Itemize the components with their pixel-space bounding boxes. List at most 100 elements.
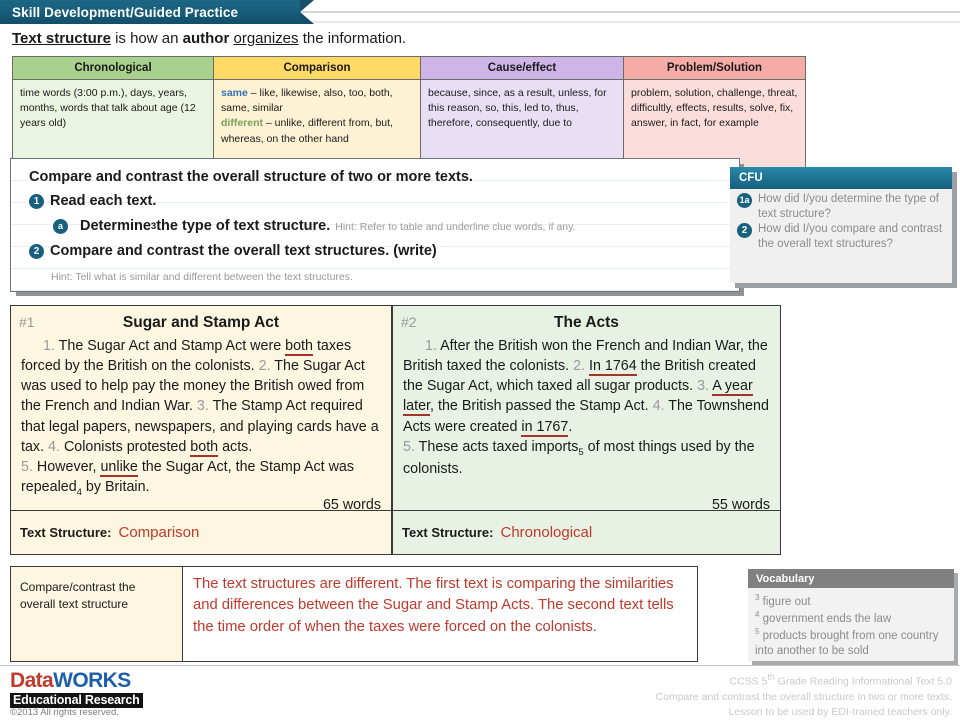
vocabulary-list: 3 figure out 4 government ends the law 5… bbox=[748, 588, 954, 659]
p2-s2-num: 2. bbox=[573, 358, 586, 375]
passage-1-text-structure-row: Text Structure: Comparison bbox=[11, 510, 391, 554]
s4-tail: acts. bbox=[218, 438, 253, 455]
header-chronological: Chronological bbox=[12, 56, 214, 80]
page-title: Skill Development/Guided Practice bbox=[12, 4, 239, 20]
credit-ccss: CCSS 5 bbox=[729, 675, 768, 688]
vocabulary-box: Vocabulary 3 figure out 4 government end… bbox=[748, 569, 954, 661]
header-cause-effect: Cause/effect bbox=[420, 56, 624, 80]
intro-term-author: author bbox=[182, 30, 230, 47]
dataworks-logo: DataWORKS Educational Research bbox=[10, 670, 143, 709]
cfu-question-1: 1a How did I/you determine the type of t… bbox=[730, 189, 952, 222]
cell-cause-effect-clues: because, since, as a result, unless, for… bbox=[420, 79, 624, 171]
s4-num: 4. bbox=[48, 438, 60, 455]
vocab-text-5: products brought from one country into a… bbox=[755, 629, 939, 657]
cfu-question-2-text: How did I/you compare and contrast the o… bbox=[758, 222, 943, 250]
s1-text: The Sugar Act and Stamp Act were bbox=[54, 338, 286, 354]
footer-credit: CCSS 5th Grade Reading Informational Tex… bbox=[656, 671, 952, 720]
slide-title-bar: Skill Development/Guided Practice bbox=[0, 0, 300, 24]
credit-line-3: Lesson to be used by EDI-trained teacher… bbox=[728, 705, 952, 718]
passage-2-ts-label: Text Structure: bbox=[402, 525, 494, 540]
cfu-question-2: 2 How did I/you compare and contrast the… bbox=[730, 222, 952, 252]
footer-divider bbox=[0, 665, 960, 666]
p2-s3-num: 3. bbox=[697, 378, 709, 395]
cell-comparison-clues: same – like, likewise, also, too, both, … bbox=[213, 79, 421, 171]
s5-clue-word: unlike bbox=[100, 458, 138, 477]
intro-text-a: is how an bbox=[110, 30, 183, 47]
compare-contrast-prompt: Compare/contrast the overall text struct… bbox=[11, 567, 183, 661]
compare-contrast-box: Compare/contrast the overall text struct… bbox=[10, 566, 698, 662]
s3-num: 3. bbox=[196, 398, 209, 415]
intro-term-text-structure: Text structure bbox=[12, 30, 111, 47]
instruction-step-2: 2 Compare and contrast the overall text … bbox=[29, 244, 437, 259]
vocab-text-4: government ends the law bbox=[762, 612, 892, 625]
cfu-question-1-text: How did I/you determine the type of text… bbox=[758, 193, 939, 220]
logo-works-text: WORKS bbox=[53, 669, 131, 692]
text-structure-clue-table: Chronological Comparison Cause/effect Pr… bbox=[12, 56, 806, 171]
passage-2-body: 1. After the British won the French and … bbox=[403, 336, 772, 479]
step-1-text: Read each text. bbox=[50, 193, 157, 209]
step-1a-marker-icon: a bbox=[53, 219, 68, 234]
s4-text: Colonists protested bbox=[59, 438, 191, 455]
vocabulary-title: Vocabulary bbox=[748, 569, 954, 588]
title-bar-arrow-icon bbox=[300, 0, 314, 24]
credit-line-2: Compare and contrast the overall structu… bbox=[655, 690, 952, 703]
s2-num: 2. bbox=[258, 358, 271, 375]
passage-1-ts-answer[interactable]: Comparison bbox=[119, 524, 200, 541]
step-2-text: Compare and contrast the overall text st… bbox=[50, 243, 437, 259]
vocab-num-5: 5 bbox=[755, 627, 760, 636]
intro-sentence: Text structure is how an author organize… bbox=[12, 30, 406, 47]
passage-1: #1 Sugar and Stamp Act 1. The Sugar Act … bbox=[10, 305, 392, 555]
s5-num: 5. bbox=[21, 458, 33, 475]
passage-2: #2 The Acts 1. After the British won the… bbox=[392, 305, 781, 555]
keyword-different: different bbox=[221, 117, 263, 130]
s5-tail2: by Britain. bbox=[81, 479, 150, 496]
table-header-row: Chronological Comparison Cause/effect Pr… bbox=[12, 56, 806, 80]
compare-contrast-answer[interactable]: The text structures are different. The f… bbox=[183, 567, 697, 661]
p2-s5-num: 5. bbox=[403, 438, 415, 455]
passage-2-text-structure-row: Text Structure: Chronological bbox=[393, 510, 780, 554]
vocab-text-3: figure out bbox=[762, 595, 811, 608]
step-1a-hint: Hint: Refer to table and underline clue … bbox=[335, 221, 576, 233]
p2-s1-num: 1. bbox=[425, 338, 437, 354]
s1-clue-word: both bbox=[285, 338, 313, 356]
step-2-marker-icon: 2 bbox=[29, 244, 44, 259]
credit-standard: Grade Reading Informational Text 5.0 bbox=[774, 675, 952, 688]
p2-s4-clue-word: in 1767 bbox=[521, 418, 569, 437]
cfu-marker-1a-icon: 1a bbox=[737, 193, 752, 208]
passage-2-title: The Acts bbox=[554, 314, 619, 331]
vocabulary-item: 4 government ends the law bbox=[755, 610, 948, 627]
step-1-marker-icon: 1 bbox=[29, 194, 44, 209]
p2-s3-tail: , the British passed the Stamp Act. bbox=[430, 398, 649, 415]
passage-1-title: Sugar and Stamp Act bbox=[122, 314, 280, 331]
instruction-panel: Compare and contrast the overall structu… bbox=[10, 158, 740, 292]
s5-text: However, bbox=[32, 458, 101, 475]
step-2-hint: Hint: Tell what is similar and different… bbox=[51, 271, 353, 283]
intro-text-b: the information. bbox=[298, 30, 407, 47]
cell-problem-solution-clues: problem, solution, challenge, threat, di… bbox=[623, 79, 806, 171]
p2-s5-text: These acts taxed imports bbox=[414, 438, 579, 455]
p2-s4-num: 4. bbox=[652, 398, 665, 415]
cell-chronological-clues: time words (3:00 p.m.), days, years, mon… bbox=[12, 79, 214, 171]
passage-1-body: 1. The Sugar Act and Stamp Act were both… bbox=[21, 336, 383, 499]
intro-term-organizes: organizes bbox=[233, 30, 299, 47]
instruction-step-1a: a Determine 3 the type of text structure.… bbox=[53, 219, 576, 236]
passage-2-ts-answer[interactable]: Chronological bbox=[501, 524, 593, 541]
keyword-same: same bbox=[221, 87, 248, 99]
vocabulary-item: 5 products brought from one country into… bbox=[755, 627, 948, 659]
cfu-title: CFU bbox=[730, 167, 952, 189]
step-1a-text-cont: the type of text structure. bbox=[156, 218, 331, 234]
s1-num: 1. bbox=[43, 338, 55, 354]
cfu-box: CFU 1a How did I/you determine the type … bbox=[730, 167, 952, 283]
cfu-marker-2-icon: 2 bbox=[737, 222, 752, 238]
logo-subtitle: Educational Research bbox=[10, 693, 143, 708]
header-comparison: Comparison bbox=[213, 56, 421, 80]
vocab-num-4: 4 bbox=[755, 610, 760, 619]
instruction-step-1: 1 Read each text. bbox=[29, 194, 156, 209]
p2-s2-clue-word: In 1764 bbox=[589, 358, 637, 377]
step-1a-text: Determine bbox=[80, 218, 151, 234]
credit-line-1: CCSS 5th Grade Reading Informational Tex… bbox=[656, 671, 953, 690]
s4-clue-word: both bbox=[190, 438, 219, 457]
logo-data-text: Data bbox=[10, 669, 54, 692]
table-body-row: time words (3:00 p.m.), days, years, mon… bbox=[12, 79, 806, 171]
learning-objective: Compare and contrast the overall structu… bbox=[29, 169, 473, 185]
